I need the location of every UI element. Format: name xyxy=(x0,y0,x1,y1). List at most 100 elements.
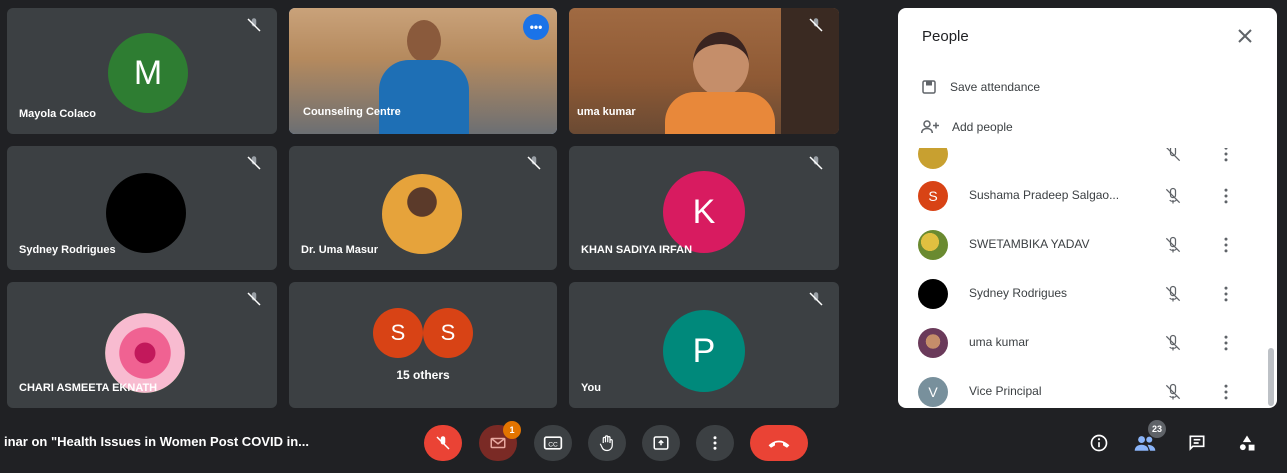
present-icon xyxy=(653,436,669,450)
avatar xyxy=(382,174,462,254)
mic-off-icon xyxy=(436,436,450,450)
activities-icon xyxy=(1239,435,1255,451)
participant-tile-counseling-centre[interactable]: ••• Counseling Centre xyxy=(289,8,557,134)
mic-off-icon xyxy=(1165,236,1181,253)
participant-tile-mayola[interactable]: M Mayola Colaco xyxy=(7,8,277,134)
mic-off-icon xyxy=(1165,187,1181,204)
more-vert-icon[interactable] xyxy=(1216,186,1236,206)
end-call-icon xyxy=(768,440,790,448)
add-people-button[interactable]: Add people xyxy=(920,118,1013,136)
participant-name: SWETAMBIKA YADAV xyxy=(969,237,1090,251)
avatar: V xyxy=(918,377,948,407)
mic-off-icon xyxy=(809,156,823,170)
mic-off-icon xyxy=(247,18,261,32)
activities-button[interactable] xyxy=(1232,428,1262,458)
mic-off-icon xyxy=(809,292,823,306)
avatar xyxy=(106,173,186,253)
participant-name: uma kumar xyxy=(969,335,1030,349)
participant-name: Sushama Pradeep Salgao... xyxy=(969,188,1120,202)
mic-toggle-button[interactable] xyxy=(424,425,462,461)
save-attendance-label: Save attendance xyxy=(950,80,1041,94)
more-vert-icon[interactable] xyxy=(1216,382,1236,402)
avatar xyxy=(918,230,948,260)
avatar xyxy=(918,148,948,169)
video-person xyxy=(665,32,775,134)
participant-tile-you[interactable]: P You xyxy=(569,282,839,408)
avatar: P xyxy=(663,310,745,392)
avatar: S xyxy=(918,181,948,211)
participant-tile-uma-kumar[interactable]: uma kumar xyxy=(569,8,839,134)
more-vert-icon[interactable] xyxy=(1216,235,1236,255)
participant-name: KHAN SADIYA IRFAN xyxy=(581,244,693,256)
list-item[interactable]: uma kumar xyxy=(898,321,1268,365)
avatar xyxy=(918,279,948,309)
list-item[interactable]: SWETAMBIKA YADAV xyxy=(898,223,1268,267)
save-attendance-button[interactable]: Save attendance xyxy=(920,78,1040,96)
meeting-title: inar on "Health Issues in Women Post COV… xyxy=(4,434,309,449)
raise-hand-icon xyxy=(599,435,613,452)
list-item[interactable]: Sydney Rodrigues xyxy=(898,272,1268,316)
avatar xyxy=(918,328,948,358)
mail-icon xyxy=(490,437,506,449)
mic-off-icon xyxy=(1166,148,1181,162)
info-icon xyxy=(1090,434,1108,452)
add-person-icon xyxy=(921,120,939,134)
participant-name: Counseling Centre xyxy=(303,106,401,118)
participant-name: CHARI ASMEETA EKNATH xyxy=(19,382,158,394)
chat-icon xyxy=(1189,435,1205,451)
others-count-label: 15 others xyxy=(396,368,450,382)
chat-button[interactable]: 1 xyxy=(479,421,521,461)
avatar: S xyxy=(423,308,473,358)
mic-off-icon xyxy=(247,292,261,306)
more-vert-icon[interactable] xyxy=(1216,284,1236,304)
more-vert-icon[interactable] xyxy=(1216,148,1236,164)
captions-button[interactable]: CC xyxy=(534,425,572,461)
present-button[interactable] xyxy=(642,425,680,461)
mic-off-icon xyxy=(1165,383,1181,400)
close-icon[interactable] xyxy=(1233,24,1257,48)
captions-icon: CC xyxy=(543,436,563,450)
scrollbar[interactable] xyxy=(1268,348,1274,406)
more-vert-icon xyxy=(713,436,717,450)
people-panel: People Save attendance Add people S Sush… xyxy=(898,8,1277,408)
participant-name: Sydney Rodrigues xyxy=(19,244,116,256)
avatar: M xyxy=(108,33,188,113)
people-button[interactable]: 23 xyxy=(1130,420,1166,458)
participant-tile-sydney[interactable]: Sydney Rodrigues xyxy=(7,146,277,270)
end-call-button[interactable] xyxy=(750,425,808,461)
participant-tile-chari-asmeeta[interactable]: CHARI ASMEETA EKNATH xyxy=(7,282,277,408)
avatar: K xyxy=(663,171,745,253)
mic-off-icon xyxy=(1165,285,1181,302)
more-options-button[interactable]: ••• xyxy=(523,14,549,40)
avatar: S xyxy=(373,308,423,358)
chat-panel-button[interactable] xyxy=(1182,428,1212,458)
participant-name: Dr. Uma Masur xyxy=(301,244,379,256)
participant-name: Vice Principal xyxy=(969,384,1042,398)
chat-badge: 1 xyxy=(503,421,521,439)
list-item[interactable]: V Vice Principal xyxy=(898,370,1268,408)
add-people-label: Add people xyxy=(952,120,1013,134)
mic-off-icon xyxy=(247,156,261,170)
save-icon xyxy=(922,80,936,94)
svg-text:CC: CC xyxy=(548,441,558,448)
participant-name: Mayola Colaco xyxy=(19,108,97,120)
more-options-button[interactable] xyxy=(696,425,734,461)
people-count-badge: 23 xyxy=(1148,420,1166,438)
mic-off-icon xyxy=(527,156,541,170)
list-item[interactable] xyxy=(898,148,1268,176)
participant-name: uma kumar xyxy=(577,106,636,118)
participant-tile-others[interactable]: S S 15 others xyxy=(289,282,557,408)
participant-tile-uma-masur[interactable]: Dr. Uma Masur xyxy=(289,146,557,270)
participant-tile-khan-sadiya[interactable]: K KHAN SADIYA IRFAN xyxy=(569,146,839,270)
mic-off-icon xyxy=(809,18,823,32)
mic-off-icon xyxy=(1165,334,1181,351)
panel-title: People xyxy=(922,28,969,45)
more-vert-icon[interactable] xyxy=(1216,333,1236,353)
participant-name: You xyxy=(581,382,601,394)
meeting-details-button[interactable] xyxy=(1084,428,1114,458)
avatar xyxy=(105,313,185,393)
list-item[interactable]: S Sushama Pradeep Salgao... xyxy=(898,174,1268,218)
participant-name: Sydney Rodrigues xyxy=(969,286,1068,300)
participant-list: S Sushama Pradeep Salgao... SWETAMBIKA Y… xyxy=(898,148,1277,408)
raise-hand-button[interactable] xyxy=(588,425,626,461)
